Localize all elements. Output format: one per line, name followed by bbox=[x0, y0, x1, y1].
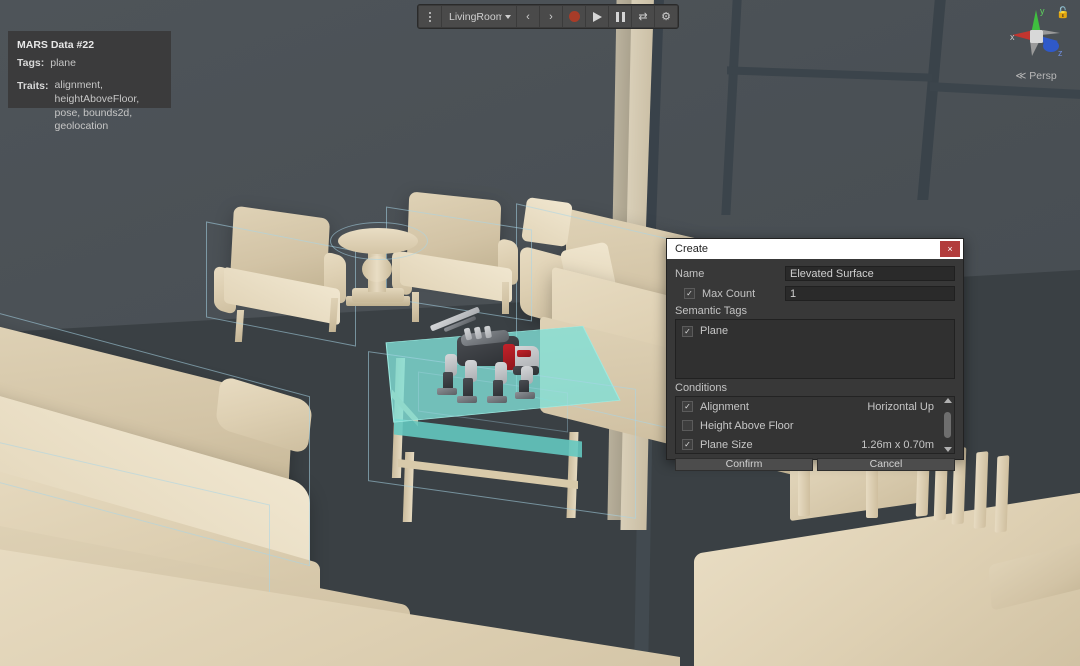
condition-row-height-above-floor[interactable]: Height Above Floor bbox=[676, 416, 954, 435]
simulation-environment-label: LivingRoom_1? bbox=[449, 10, 502, 23]
play-button[interactable] bbox=[586, 6, 608, 27]
condition-label-alignment: Alignment bbox=[700, 400, 749, 413]
condition-checkbox-height-above-floor[interactable] bbox=[682, 420, 693, 431]
conditions-scrollbar[interactable] bbox=[942, 398, 953, 452]
mars-tags-value: plane bbox=[50, 57, 76, 70]
mars-tags-label: Tags: bbox=[17, 57, 45, 70]
mars-tags-row: Tags: plane bbox=[17, 56, 162, 70]
next-environment-button[interactable]: › bbox=[540, 6, 562, 27]
simulation-toolbar: LivingRoom_1? ‹ › ⇄ ⚙ bbox=[417, 4, 679, 29]
conditions-list[interactable]: Alignment Horizontal Up Height Above Flo… bbox=[675, 396, 955, 454]
unity-scene-view: MARS Data #22 Tags: plane Traits: alignm… bbox=[0, 0, 1080, 666]
lock-icon[interactable]: 🔓 bbox=[1056, 6, 1070, 19]
cancel-button[interactable]: Cancel bbox=[817, 458, 955, 471]
mars-data-overlay: MARS Data #22 Tags: plane Traits: alignm… bbox=[8, 31, 171, 132]
axis-label-x: x bbox=[1010, 32, 1015, 42]
mars-traits-label: Traits: bbox=[17, 80, 49, 93]
name-field-row: Name bbox=[675, 265, 955, 282]
condition-value-plane-size[interactable]: 1.26m x 0.70m bbox=[861, 439, 934, 451]
view-orientation-gizmo[interactable]: 🔓 y x z ≪ Persp bbox=[1000, 4, 1072, 84]
create-dialog-actions: Confirm Cancel bbox=[667, 454, 963, 477]
robot-leg-rear-right-lower bbox=[463, 378, 473, 398]
max-count-field-row: Max Count bbox=[675, 285, 955, 302]
axis-ball-z bbox=[1043, 40, 1059, 52]
pause-icon bbox=[615, 11, 625, 22]
record-icon bbox=[568, 11, 580, 22]
condition-checkbox-alignment[interactable] bbox=[682, 401, 693, 412]
axis-cone-x-positive bbox=[1041, 30, 1060, 35]
robot-foot-front-right bbox=[515, 392, 535, 399]
condition-label-height-above-floor: Height Above Floor bbox=[700, 419, 794, 432]
confirm-button[interactable]: Confirm bbox=[675, 458, 813, 471]
robot-foot-front-left bbox=[487, 396, 507, 403]
max-count-checkbox[interactable] bbox=[684, 288, 695, 299]
side-table-top bbox=[338, 228, 418, 254]
sofa-right-cushion-b bbox=[521, 197, 573, 247]
play-icon bbox=[592, 11, 602, 22]
close-icon[interactable]: × bbox=[940, 241, 960, 257]
semantic-tag-label-plane: Plane bbox=[700, 325, 729, 337]
condition-row-alignment[interactable]: Alignment Horizontal Up bbox=[676, 397, 954, 416]
create-dialog-title: Create bbox=[675, 243, 709, 255]
mars-traits-row: Traits: alignment, heightAboveFloor, pos… bbox=[17, 79, 162, 134]
robot-foot-rear-left bbox=[437, 388, 457, 395]
condition-checkbox-plane-size[interactable] bbox=[682, 439, 693, 450]
axis-label-y: y bbox=[1040, 6, 1045, 16]
list-item[interactable]: Plane bbox=[682, 325, 948, 337]
mars-traits-value: alignment, heightAboveFloor, pose, bound… bbox=[54, 79, 140, 133]
axis-center-cube bbox=[1030, 30, 1043, 43]
chevron-down-icon bbox=[505, 14, 511, 19]
condition-row-plane-size[interactable]: Plane Size 1.26m x 0.70m bbox=[676, 435, 954, 453]
semantic-tags-list[interactable]: Plane bbox=[675, 319, 955, 379]
semantic-tag-checkbox-plane[interactable] bbox=[682, 325, 693, 337]
simulation-environment-dropdown[interactable]: LivingRoom_1? bbox=[442, 6, 516, 27]
armchair-right-leg-b bbox=[502, 282, 509, 314]
max-count-input[interactable] bbox=[785, 286, 955, 301]
conditions-label: Conditions bbox=[675, 382, 727, 394]
previous-environment-button[interactable]: ‹ bbox=[517, 6, 539, 27]
loop-sync-button[interactable]: ⇄ bbox=[632, 6, 654, 27]
create-dialog: Create × Name Max Count Semantic Tags Pl… bbox=[666, 238, 964, 471]
create-dialog-body: Name Max Count Semantic Tags Plane Condi… bbox=[667, 259, 963, 454]
armchair-right-leg-a bbox=[412, 292, 419, 322]
condition-label-plane-size: Plane Size bbox=[700, 438, 753, 451]
mars-data-title: MARS Data #22 bbox=[17, 39, 95, 51]
robot-foot-rear-right bbox=[457, 396, 477, 403]
kebab-menu-icon[interactable] bbox=[419, 6, 441, 27]
axis-label-z: z bbox=[1058, 48, 1063, 58]
pause-button[interactable] bbox=[609, 6, 631, 27]
side-table-column-bulb bbox=[362, 256, 392, 282]
robot-dog-model[interactable] bbox=[425, 306, 545, 410]
scroll-up-arrow-icon[interactable] bbox=[943, 398, 952, 403]
create-dialog-titlebar: Create × bbox=[667, 239, 963, 259]
max-count-label: Max Count bbox=[702, 287, 756, 300]
max-count-label-group: Max Count bbox=[675, 288, 785, 300]
scrollbar-thumb[interactable] bbox=[944, 412, 951, 438]
name-input[interactable] bbox=[785, 266, 955, 281]
record-button[interactable] bbox=[563, 6, 585, 27]
robot-visor bbox=[517, 350, 531, 357]
robot-fin-2 bbox=[473, 326, 483, 340]
condition-value-alignment[interactable]: Horizontal Up bbox=[867, 401, 934, 413]
name-label: Name bbox=[675, 267, 705, 280]
scroll-down-arrow-icon[interactable] bbox=[943, 447, 952, 452]
settings-gear-button[interactable]: ⚙ bbox=[655, 6, 677, 27]
robot-fin-3 bbox=[484, 325, 492, 339]
projection-mode-label[interactable]: ≪ Persp bbox=[1000, 70, 1072, 82]
semantic-tags-label: Semantic Tags bbox=[675, 305, 747, 317]
